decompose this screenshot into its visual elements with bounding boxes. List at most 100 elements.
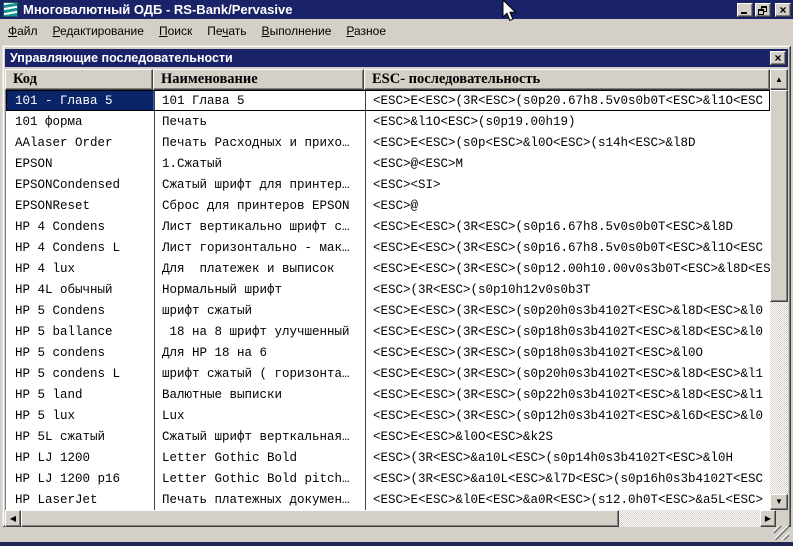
table-row[interactable]: EPSONCondensed Сжатый шрифт для принтер…… — [6, 174, 770, 195]
column-header-code[interactable]: Код — [5, 69, 153, 90]
table-row[interactable]: HP 4 Condens L Лист горизонтально - мак…… — [6, 237, 770, 258]
table-row[interactable]: HP 5 condens Для HP 18 на 6 <ESC>E<ESC>(… — [6, 342, 770, 363]
app-titlebar[interactable]: Многовалютный ОДБ - RS-Bank/Pervasive × — [0, 0, 793, 19]
minimize-icon — [741, 12, 747, 14]
row-esc-cell: <ESC>E<ESC>&l0O<ESC>&k2S — [365, 426, 770, 447]
minimize-button[interactable] — [737, 3, 753, 17]
row-name-cell: Лист вертикально шрифт с… — [154, 216, 365, 237]
row-name-cell: Lux — [154, 405, 365, 426]
row-code-cell: HP LaserJet — [6, 489, 154, 510]
arrow-right-icon: ▶ — [765, 515, 771, 523]
row-code-cell: AAlaser Order — [6, 132, 154, 153]
table-row[interactable]: HP LaserJet Печать платежных докумен… <E… — [6, 489, 770, 510]
table-row[interactable]: HP 4 Condens Лист вертикально шрифт с… <… — [6, 216, 770, 237]
row-code-cell: 101 форма — [6, 111, 154, 132]
arrow-up-icon: ▲ — [775, 76, 783, 84]
vertical-scrollbar: ▼ — [770, 90, 788, 510]
column-header-name[interactable]: Наименование — [153, 69, 364, 90]
vscroll-thumb[interactable] — [770, 90, 788, 302]
hscroll-track[interactable] — [619, 510, 760, 527]
table-row[interactable]: HP LJ 1200 p16 Letter Gothic Bold pitch…… — [6, 468, 770, 489]
row-name-cell: 1.Сжатый — [154, 153, 365, 174]
table-row[interactable]: HP 4 lux Для платежек и выписок <ESC>E<E… — [6, 258, 770, 279]
table-row[interactable]: HP 5L сжатый Сжатый шрифт верткальная… <… — [6, 426, 770, 447]
row-code-cell: HP LJ 1200 p16 — [6, 468, 154, 489]
row-esc-cell: <ESC>(3R<ESC>(s0p10h12v0s0b3T — [365, 279, 770, 300]
menu-item-5[interactable]: Разное — [340, 22, 392, 40]
scrollbar-corner — [776, 510, 788, 527]
vscroll-up-button[interactable]: ▲ — [770, 69, 788, 90]
table-row[interactable]: 101 форма Печать <ESC>&l1O<ESC>(s0p19.00… — [6, 111, 770, 132]
row-esc-cell: <ESC>E<ESC>(3R<ESC>(s0p16.67h8.5v0s0b0T<… — [365, 237, 770, 258]
row-esc-cell: <ESC>E<ESC>(3R<ESC>(s0p20.67h8.5v0s0b0T<… — [365, 90, 770, 111]
table-row[interactable]: EPSON 1.Сжатый <ESC>@<ESC>M — [6, 153, 770, 174]
row-code-cell: EPSONCondensed — [6, 174, 154, 195]
arrow-left-icon: ◀ — [10, 515, 16, 523]
menu-item-1[interactable]: Редактирование — [47, 22, 150, 40]
row-name-cell: Валютные выписки — [154, 384, 365, 405]
row-name-cell: 101 Глава 5 — [154, 90, 365, 111]
menu-item-2[interactable]: Поиск — [153, 22, 198, 40]
menu-item-3[interactable]: Печать — [201, 22, 252, 40]
row-code-cell: HP 5 lux — [6, 405, 154, 426]
row-name-cell: Печать — [154, 111, 365, 132]
table-row[interactable]: 101 - Глава 5 101 Глава 5 <ESC>E<ESC>(3R… — [6, 90, 770, 111]
row-code-cell: HP 4 lux — [6, 258, 154, 279]
table-row[interactable]: HP 5 lux Lux <ESC>E<ESC>(3R<ESC>(s0p12h0… — [6, 405, 770, 426]
row-name-cell: шрифт сжатый — [154, 300, 365, 321]
row-esc-cell: <ESC>E<ESC>(3R<ESC>(s0p20h0s3b4102T<ESC>… — [365, 363, 770, 384]
table-row[interactable]: HP 5 Condens шрифт сжатый <ESC>E<ESC>(3R… — [6, 300, 770, 321]
table-row[interactable]: HP 5 ballance 18 на 8 шрифт улучшенный <… — [6, 321, 770, 342]
row-esc-cell: <ESC>E<ESC>&l0E<ESC>&a0R<ESC>(s12.0h0T<E… — [365, 489, 770, 510]
row-code-cell: EPSONReset — [6, 195, 154, 216]
dialog-title: Управляющие последовательности — [10, 51, 770, 65]
arrow-down-icon: ▼ — [775, 498, 783, 506]
row-name-cell: Для платежек и выписок — [154, 258, 365, 279]
resize-grip[interactable] — [774, 526, 789, 540]
close-button[interactable]: × — [775, 3, 791, 17]
menu-item-0[interactable]: Файл — [2, 22, 44, 40]
restore-button[interactable] — [755, 3, 771, 17]
vscroll-down-button[interactable]: ▼ — [770, 494, 788, 510]
horizontal-scrollbar: ◀ ▶ — [5, 510, 788, 527]
row-esc-cell: <ESC>E<ESC>(3R<ESC>(s0p12.00h10.00v0s3b0… — [365, 258, 770, 279]
row-code-cell: HP 4 Condens L — [6, 237, 154, 258]
hscroll-left-button[interactable]: ◀ — [5, 510, 21, 527]
row-esc-cell: <ESC><SI> — [365, 174, 770, 195]
table-row[interactable]: HP 4L обычный Нормальный шрифт <ESC>(3R<… — [6, 279, 770, 300]
row-esc-cell: <ESC>(3R<ESC>&a10L<ESC>(s0p14h0s3b4102T<… — [365, 447, 770, 468]
row-esc-cell: <ESC>@ — [365, 195, 770, 216]
close-icon: × — [776, 3, 790, 17]
dialog-titlebar[interactable]: Управляющие последовательности × — [5, 49, 788, 67]
dialog-close-button[interactable]: × — [770, 51, 786, 65]
menu-item-4[interactable]: Выполнение — [256, 22, 338, 40]
window-controls: × — [735, 3, 791, 17]
row-code-cell: HP LJ 1200 — [6, 447, 154, 468]
row-esc-cell: <ESC>E<ESC>(3R<ESC>(s0p18h0s3b4102T<ESC>… — [365, 321, 770, 342]
row-name-cell: шрифт сжатый ( горизонта… — [154, 363, 365, 384]
table-row[interactable]: EPSONReset Сброс для принтеров EPSON <ES… — [6, 195, 770, 216]
table-row[interactable]: HP 5 land Валютные выписки <ESC>E<ESC>(3… — [6, 384, 770, 405]
hscroll-right-button[interactable]: ▶ — [760, 510, 776, 527]
row-name-cell: Сброс для принтеров EPSON — [154, 195, 365, 216]
hscroll-thumb[interactable] — [21, 510, 619, 527]
table-row[interactable]: AAlaser Order Печать Расходных и прихо… … — [6, 132, 770, 153]
row-esc-cell: <ESC>@<ESC>M — [365, 153, 770, 174]
row-name-cell: Letter Gothic Bold — [154, 447, 365, 468]
row-esc-cell: <ESC>E<ESC>(3R<ESC>(s0p16.67h8.5v0s0b0T<… — [365, 216, 770, 237]
row-code-cell: HP 5 ballance — [6, 321, 154, 342]
vscroll-track[interactable] — [770, 302, 788, 494]
column-header-esc[interactable]: ESC- последовательность — [364, 69, 770, 90]
row-code-cell: HP 5L сжатый — [6, 426, 154, 447]
table-row[interactable]: HP LJ 1200 Letter Gothic Bold <ESC>(3R<E… — [6, 447, 770, 468]
row-code-cell: HP 5 land — [6, 384, 154, 405]
row-name-cell: Сжатый шрифт для принтер… — [154, 174, 365, 195]
row-esc-cell: <ESC>E<ESC>(3R<ESC>(s0p22h0s3b4102T<ESC>… — [365, 384, 770, 405]
row-code-cell: HP 5 condens L — [6, 363, 154, 384]
row-esc-cell: <ESC>E<ESC>(s0p<ESC>&l0O<ESC>(s14h<ESC>&… — [365, 132, 770, 153]
app-logo-icon — [3, 2, 18, 17]
table-row[interactable]: HP 5 condens L шрифт сжатый ( горизонта…… — [6, 363, 770, 384]
row-code-cell: 101 - Глава 5 — [6, 90, 154, 111]
row-name-cell: Letter Gothic Bold pitch… — [154, 468, 365, 489]
row-code-cell: HP 5 condens — [6, 342, 154, 363]
